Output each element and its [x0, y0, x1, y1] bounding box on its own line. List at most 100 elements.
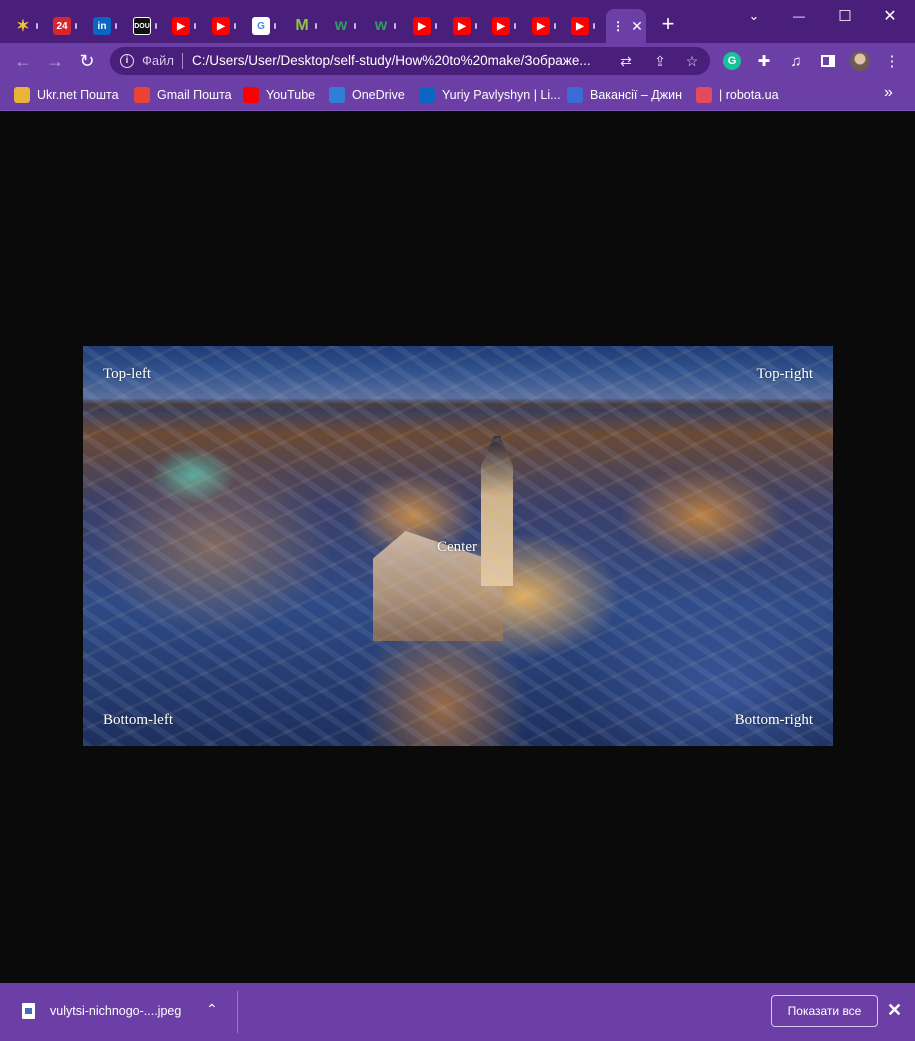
file-scheme-label: Файл — [142, 53, 174, 68]
bookmark-item[interactable]: Ukr.net Пошта — [14, 85, 119, 105]
tab-youtube-2[interactable]: ▶ — [206, 9, 242, 43]
url-text[interactable]: C:/Users/User/Desktop/self-study/How%20t… — [192, 53, 591, 68]
close-window-button[interactable]: ✕ — [867, 0, 913, 32]
translate-icon[interactable]: ⇄ — [616, 51, 636, 71]
menu-kebab-icon[interactable]: ⋮ — [882, 51, 902, 71]
tab-title-fade — [274, 23, 276, 29]
show-all-button[interactable]: Показати все — [771, 995, 878, 1027]
grammarly-icon[interactable]: G — [722, 51, 742, 71]
tab-youtube-7[interactable]: ▶ — [565, 9, 601, 43]
download-filename[interactable]: vulytsi-nichnogo-....jpeg — [50, 1004, 181, 1018]
bookmark-star-icon[interactable]: ☆ — [682, 51, 702, 71]
download-divider — [237, 991, 238, 1033]
channel-24-icon: 24 — [53, 17, 71, 35]
tab-linkedin[interactable]: in — [87, 9, 123, 43]
tab-24[interactable]: 24 — [47, 9, 83, 43]
djinni-icon — [567, 87, 583, 103]
linkedin-icon: in — [93, 17, 111, 35]
media-controls-icon[interactable]: ♫ — [786, 51, 806, 71]
bookmark-label: Ukr.net Пошта — [37, 88, 119, 102]
image-file-icon — [22, 1003, 35, 1019]
youtube-icon — [243, 87, 259, 103]
tab-title-fade — [475, 23, 477, 29]
forward-button[interactable]: → — [42, 48, 68, 74]
linkedin-icon — [419, 87, 435, 103]
tab-youtube-6[interactable]: ▶ — [526, 9, 562, 43]
tab-youtube-1[interactable]: ▶ — [166, 9, 202, 43]
pinwheel-icon: ✶ — [16, 18, 30, 35]
bookmark-label: | robota.ua — [719, 88, 779, 102]
tab-title-fade — [194, 23, 196, 29]
tab-google[interactable]: G — [246, 9, 282, 43]
youtube-icon: ▶ — [492, 17, 510, 35]
youtube-icon: ▶ — [571, 17, 589, 35]
info-icon[interactable]: i — [120, 54, 134, 68]
tab-dou[interactable]: DOU — [127, 9, 163, 43]
download-bar: vulytsi-nichnogo-....jpeg ⌃ Показати все… — [0, 983, 915, 1041]
youtube-icon: ▶ — [532, 17, 550, 35]
tab-title-fade — [514, 23, 516, 29]
youtube-icon: ▶ — [172, 17, 190, 35]
caption-top-right: Top-right — [756, 366, 813, 382]
caption-top-left: Top-left — [103, 366, 152, 382]
side-panel-icon[interactable] — [818, 51, 838, 71]
tab-title-fade — [394, 23, 396, 29]
bookmarks-overflow-icon[interactable]: » — [884, 84, 893, 102]
tab-strip: ✶ 24 in DOU ▶ ▶ G Mw w ▶ ▶ ▶ ▶ ▶ ⋮ ✕ + ⌄ — ☐ ✕ — [0, 0, 915, 43]
youtube-icon: ▶ — [212, 17, 230, 35]
tab-pinwheel[interactable]: ✶ — [8, 9, 44, 43]
youtube-icon: ▶ — [413, 17, 431, 35]
tab-title-fade — [75, 23, 77, 29]
dou-icon: DOU — [133, 17, 151, 35]
tab-title-fade — [315, 23, 317, 29]
tab-title-fade — [115, 23, 117, 29]
m-logo-icon: M — [295, 17, 309, 34]
tab-title-fade — [354, 23, 356, 29]
tab-title-fade — [554, 23, 556, 29]
close-download-bar-icon[interactable]: ✕ — [887, 1000, 902, 1021]
tab-youtube-4[interactable]: ▶ — [447, 9, 483, 43]
tab-title-fade — [593, 23, 595, 29]
caption-bottom-right: Bottom-right — [734, 712, 813, 728]
bookmark-item[interactable]: Gmail Пошта — [134, 85, 232, 105]
tab-youtube-3[interactable]: ▶ — [407, 9, 443, 43]
tab-close-icon[interactable]: ✕ — [631, 18, 643, 35]
back-button[interactable]: ← — [10, 48, 36, 74]
bookmark-item[interactable]: Вакансії – Джин — [567, 85, 682, 105]
gmail-icon — [134, 87, 150, 103]
tab-active[interactable]: ⋮ ✕ — [606, 9, 646, 43]
minimize-button[interactable]: — — [776, 0, 822, 32]
bookmark-label: OneDrive — [352, 88, 405, 102]
youtube-icon: ▶ — [453, 17, 471, 35]
chevron-up-icon[interactable]: ⌃ — [206, 1001, 218, 1018]
tab-title-fade — [435, 23, 437, 29]
bookmark-item[interactable]: YouTube — [243, 85, 315, 105]
caption-bottom-left: Bottom-left — [103, 712, 173, 728]
google-icon: G — [252, 17, 270, 35]
tab-youtube-5[interactable]: ▶ — [486, 9, 522, 43]
tab-title-fade — [234, 23, 236, 29]
bookmark-item[interactable]: | robota.ua — [696, 85, 779, 105]
tab-w-2[interactable]: w — [366, 9, 402, 43]
new-tab-button[interactable]: + — [657, 13, 679, 35]
tab-title-fade — [155, 23, 157, 29]
tab-title-fade — [36, 23, 38, 29]
robota-icon — [696, 87, 712, 103]
omnibox-divider — [182, 53, 183, 69]
share-icon[interactable]: ⇪ — [650, 51, 670, 71]
bookmark-label: YouTube — [266, 88, 316, 102]
city-night-image: Top-left Top-right Center Bottom-left Bo… — [83, 346, 833, 746]
onedrive-icon — [329, 87, 345, 103]
tab-search-icon[interactable]: ⌄ — [731, 0, 777, 32]
extensions-puzzle-icon[interactable]: ✚ — [754, 51, 774, 71]
bookmark-item[interactable]: Yuriy Pavlyshyn | Li... — [419, 85, 561, 105]
w-logo-icon: w — [334, 17, 348, 34]
bookmark-item[interactable]: OneDrive — [329, 85, 405, 105]
profile-avatar[interactable] — [850, 51, 870, 71]
address-bar[interactable]: i Файл C:/Users/User/Desktop/self-study/… — [110, 47, 710, 75]
reload-button[interactable]: ↻ — [74, 48, 100, 74]
tab-w-1[interactable]: w — [326, 9, 362, 43]
tab-m[interactable]: M — [287, 9, 323, 43]
maximize-button[interactable]: ☐ — [822, 0, 868, 32]
bookmark-label: Yuriy Pavlyshyn | Li... — [442, 88, 561, 102]
